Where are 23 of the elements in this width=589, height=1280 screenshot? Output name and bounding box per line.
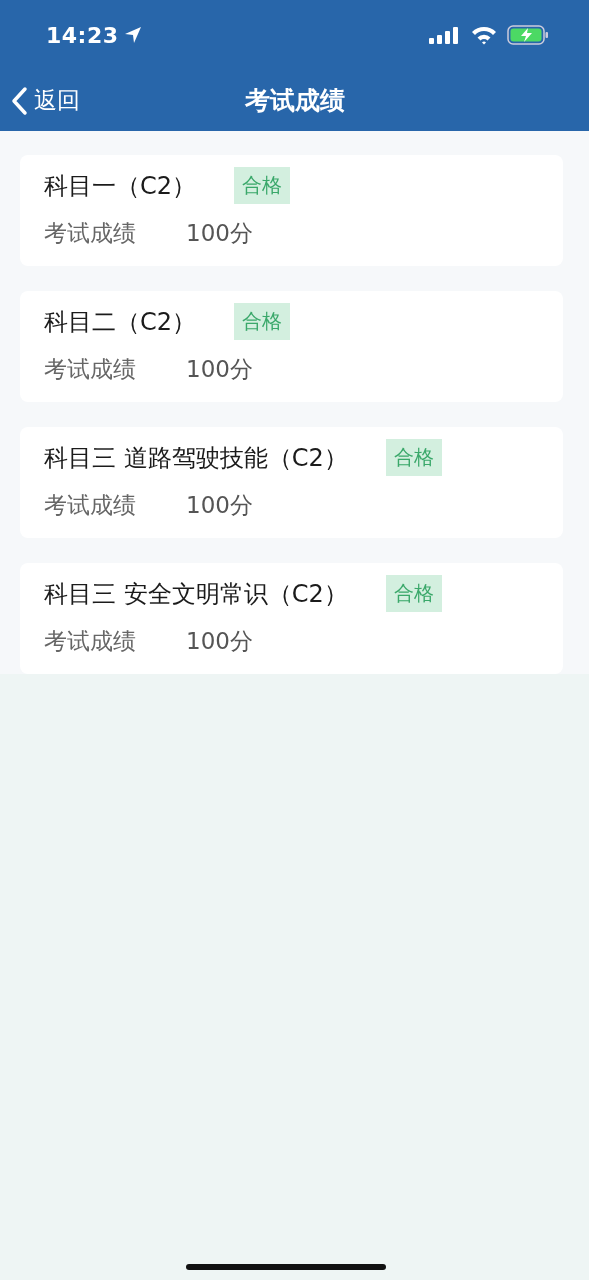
signal-icon: [429, 25, 461, 45]
score-label: 考试成绩: [44, 491, 136, 520]
score-value: 100分: [186, 219, 253, 248]
page-title: 考试成绩: [244, 85, 345, 117]
status-badge: 合格: [234, 167, 291, 204]
back-button[interactable]: 返回: [0, 85, 80, 116]
chevron-left-icon: [10, 85, 28, 116]
status-badge: 合格: [385, 575, 442, 612]
score-value: 100分: [186, 355, 253, 384]
wifi-icon: [471, 25, 497, 45]
subject-title: 科目一（C2）: [44, 170, 197, 202]
score-label: 考试成绩: [44, 219, 136, 248]
status-badge: 合格: [385, 439, 442, 476]
score-value: 100分: [186, 491, 253, 520]
score-label: 考试成绩: [44, 355, 136, 384]
score-value: 100分: [186, 627, 253, 656]
subject-title: 科目三 道路驾驶技能（C2）: [44, 442, 348, 474]
status-badge: 合格: [234, 303, 291, 340]
score-label: 考试成绩: [44, 627, 136, 656]
subject-title: 科目三 安全文明常识（C2）: [44, 578, 348, 610]
battery-charging-icon: [507, 25, 549, 45]
status-time: 14:23: [46, 22, 119, 48]
subject-title: 科目二（C2）: [44, 306, 197, 338]
